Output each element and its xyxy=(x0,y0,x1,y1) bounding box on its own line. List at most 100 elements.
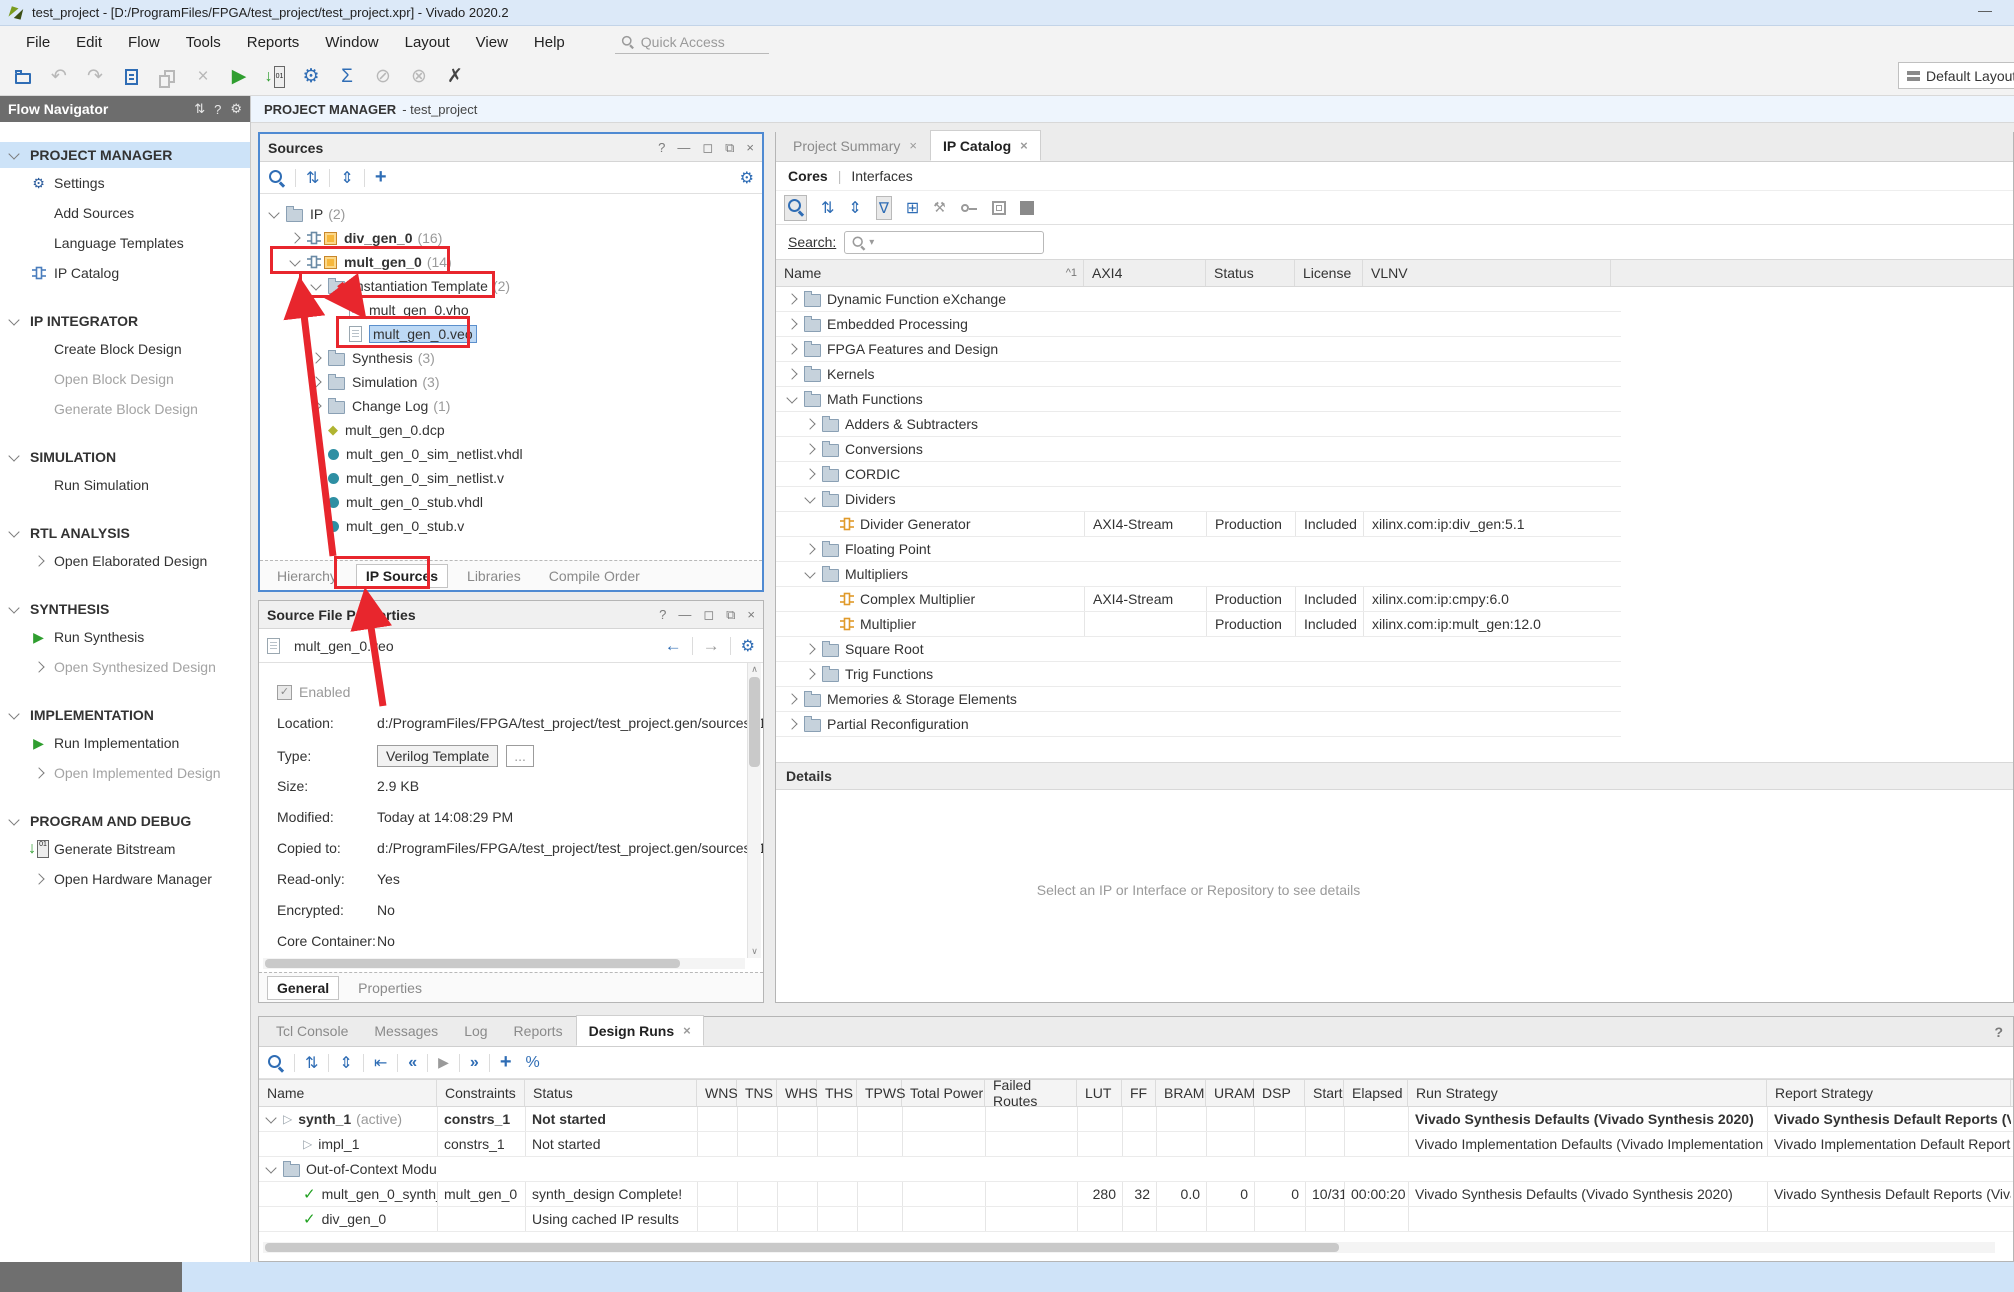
horizontal-scrollbar[interactable] xyxy=(263,958,745,969)
column-header-report-strategy[interactable]: Report Strategy xyxy=(1767,1080,2011,1106)
sources-tree-item[interactable]: mult_gen_0_stub.vhdl xyxy=(260,490,762,514)
sources-tree-item[interactable]: mult_gen_0.vho xyxy=(260,298,762,322)
column-header-run-strategy[interactable]: Run Strategy xyxy=(1408,1080,1767,1106)
tab-general[interactable]: General xyxy=(267,976,339,1000)
run-icon[interactable]: ▶ xyxy=(228,67,250,87)
help-icon[interactable]: ? xyxy=(659,607,666,622)
column-header-status[interactable]: Status xyxy=(525,1080,697,1106)
ip-catalog-row[interactable]: CORDIC xyxy=(776,462,1621,487)
column-header-wns[interactable]: WNS xyxy=(697,1080,737,1106)
sources-tree-item[interactable]: mult_gen_0(14) xyxy=(260,250,762,274)
chevron-right-icon[interactable] xyxy=(786,693,797,704)
tab-libraries[interactable]: Libraries xyxy=(458,565,530,587)
expand-all-icon[interactable]: ⇕ xyxy=(340,168,353,188)
flow-section-header[interactable]: RTL ANALYSIS xyxy=(0,520,250,546)
column-header-axi4[interactable]: AXI4 xyxy=(1084,260,1206,286)
flow-item-open-implemented-design[interactable]: Open Implemented Design xyxy=(0,758,250,788)
flow-section-header[interactable]: IP INTEGRATOR xyxy=(0,308,250,334)
flow-item-create-block-design[interactable]: Create Block Design xyxy=(0,334,250,364)
settings-icon[interactable]: ⚙ xyxy=(740,168,754,188)
chevron-down-icon[interactable] xyxy=(804,492,815,503)
unlink-icon[interactable]: ✗ xyxy=(444,67,466,87)
collapse-all-icon[interactable]: ⇅ xyxy=(194,101,205,117)
chevron-right-icon[interactable] xyxy=(786,343,797,354)
launch-run-icon[interactable]: ▶ xyxy=(438,1054,449,1071)
maximize-icon[interactable]: ◻ xyxy=(702,140,713,156)
menu-reports[interactable]: Reports xyxy=(235,30,312,55)
sources-tree-item[interactable]: div_gen_0(16) xyxy=(260,226,762,250)
ip-catalog-row[interactable]: Dividers xyxy=(776,487,1621,512)
gear-icon[interactable]: ⚙ xyxy=(230,101,242,117)
chevron-down-icon[interactable] xyxy=(8,526,19,537)
step-forward-icon[interactable]: » xyxy=(470,1054,479,1072)
float-icon[interactable]: ⧉ xyxy=(725,140,734,156)
column-header-whs[interactable]: WHS xyxy=(777,1080,817,1106)
menu-file[interactable]: File xyxy=(14,30,62,55)
forward-icon[interactable]: → xyxy=(703,636,720,656)
menu-view[interactable]: View xyxy=(464,30,520,55)
chevron-right-icon[interactable] xyxy=(310,400,321,411)
ip-catalog-row[interactable]: Conversions xyxy=(776,437,1621,462)
ip-catalog-row[interactable]: Embedded Processing xyxy=(776,312,1621,337)
chevron-right-icon[interactable] xyxy=(786,718,797,729)
design-run-row[interactable]: ▷impl_1constrs_1Not startedVivado Implem… xyxy=(259,1132,2013,1157)
sources-tree-item[interactable]: ◆mult_gen_0.dcp xyxy=(260,418,762,442)
column-header-start[interactable]: Start xyxy=(1305,1080,1344,1106)
flow-item-open-hardware-manager[interactable]: Open Hardware Manager xyxy=(0,864,250,894)
copy-icon[interactable] xyxy=(156,70,178,83)
column-header-status[interactable]: Status xyxy=(1206,260,1295,286)
report-summary-icon[interactable]: Σ xyxy=(336,67,358,87)
chevron-right-icon[interactable] xyxy=(786,368,797,379)
close-icon[interactable]: × xyxy=(909,138,917,153)
sources-tree-item[interactable]: IP(2) xyxy=(260,202,762,226)
ip-catalog-row[interactable]: FPGA Features and Design xyxy=(776,337,1621,362)
subtab-interfaces[interactable]: Interfaces xyxy=(851,168,912,184)
back-icon[interactable]: ← xyxy=(665,636,682,656)
column-header-elapsed[interactable]: Elapsed xyxy=(1344,1080,1408,1106)
tab-project-summary[interactable]: Project Summary× xyxy=(780,130,930,161)
flow-item-run-synthesis[interactable]: ▶Run Synthesis xyxy=(0,622,250,652)
ip-catalog-row[interactable]: Floating Point xyxy=(776,537,1621,562)
ip-catalog-row[interactable]: Complex MultiplierAXI4-StreamProductionI… xyxy=(776,587,1621,612)
customize-ip-icon[interactable]: ⊞ xyxy=(906,198,919,218)
chevron-right-icon[interactable] xyxy=(289,232,300,243)
chevron-down-icon[interactable] xyxy=(268,207,279,218)
chevron-down-icon[interactable] xyxy=(804,567,815,578)
tab-hierarchy[interactable]: Hierarchy xyxy=(268,565,346,587)
float-icon[interactable]: ⧉ xyxy=(726,607,735,623)
horizontal-scrollbar[interactable] xyxy=(263,1242,1995,1253)
chevron-down-icon[interactable] xyxy=(310,279,321,290)
column-header-tns[interactable]: TNS xyxy=(737,1080,777,1106)
collapse-all-icon[interactable]: ⇅ xyxy=(306,168,319,188)
flow-item-settings[interactable]: ⚙Settings xyxy=(0,168,250,198)
chevron-down-icon[interactable] xyxy=(8,314,19,325)
chevron-down-icon[interactable] xyxy=(8,148,19,159)
edit-icon[interactable]: ⊗ xyxy=(408,67,430,87)
menu-help[interactable]: Help xyxy=(522,30,577,55)
chevron-down-icon[interactable] xyxy=(8,450,19,461)
chevron-down-icon[interactable] xyxy=(8,602,19,613)
flow-item-language-templates[interactable]: Language Templates xyxy=(0,228,250,258)
open-project-icon[interactable] xyxy=(12,69,34,84)
flow-item-add-sources[interactable]: Add Sources xyxy=(0,198,250,228)
chevron-right-icon[interactable] xyxy=(804,443,815,454)
tab-properties[interactable]: Properties xyxy=(349,977,431,999)
chevron-down-icon[interactable] xyxy=(265,1162,276,1173)
help-icon[interactable]: ? xyxy=(1994,1024,2003,1040)
menu-edit[interactable]: Edit xyxy=(64,30,114,55)
vertical-scrollbar[interactable]: ∧∨ xyxy=(747,663,761,958)
default-layout-button[interactable]: Default Layout xyxy=(1898,62,2014,89)
ip-catalog-row[interactable]: MultiplierProductionIncludedxilinx.com:i… xyxy=(776,612,1621,637)
column-header-uram[interactable]: URAM xyxy=(1206,1080,1254,1106)
more-button[interactable]: ... xyxy=(506,745,534,767)
column-header-license[interactable]: License xyxy=(1295,260,1363,286)
design-run-row[interactable]: ✓div_gen_0Using cached IP results xyxy=(259,1207,2013,1232)
close-icon[interactable]: × xyxy=(1020,138,1028,153)
chip-icon[interactable] xyxy=(992,201,1006,215)
flow-item-run-implementation[interactable]: ▶Run Implementation xyxy=(0,728,250,758)
ip-search-input[interactable]: ▾ xyxy=(844,231,1044,254)
flow-section-header[interactable]: PROJECT MANAGER xyxy=(0,142,250,168)
ip-catalog-row[interactable]: Trig Functions xyxy=(776,662,1621,687)
flow-item-open-block-design[interactable]: Open Block Design xyxy=(0,364,250,394)
redo-icon[interactable]: ↷ xyxy=(84,67,106,87)
